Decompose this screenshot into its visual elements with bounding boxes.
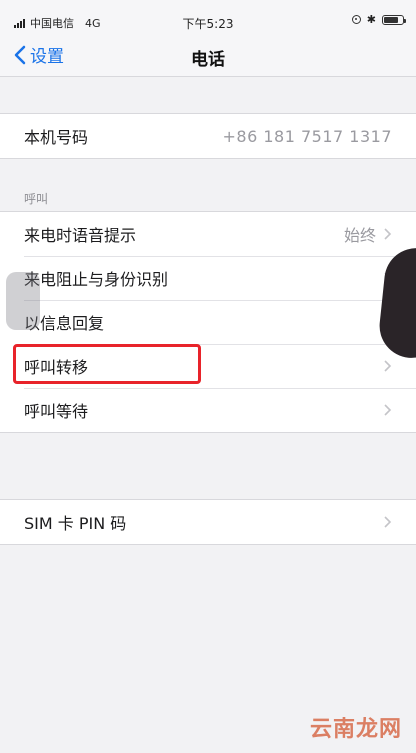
bluetooth-icon: ✱ (366, 13, 376, 26)
my-number-value: +86 181 7517 1317 (222, 126, 392, 146)
list-item-sim-pin[interactable]: SIM 卡 PIN 码 (0, 500, 416, 544)
my-number-group: 本机号码 +86 181 7517 1317 (0, 114, 416, 158)
list-item-value: 始终 (343, 226, 376, 245)
watermark: 云南龙网 (309, 717, 402, 742)
chevron-right-icon (384, 360, 392, 372)
battery-icon (382, 14, 406, 25)
nav-bar: 设置 电话 (0, 36, 416, 77)
my-number-label: 本机号码 (24, 128, 89, 147)
list-item-label: 呼叫等待 (24, 402, 89, 421)
chevron-right-icon (384, 404, 392, 416)
divider (0, 158, 416, 159)
list-item-label: 以信息回复 (24, 314, 105, 333)
page-title: 电话 (191, 50, 225, 70)
chevron-right-icon (384, 516, 392, 528)
chevron-right-icon (384, 228, 392, 240)
finger-shadow (6, 272, 40, 330)
list-item-call-forwarding[interactable]: 呼叫转移 (0, 344, 416, 388)
list-item-call-waiting[interactable]: 呼叫等待 (0, 388, 416, 432)
list-item-respond-with-text[interactable]: 以信息回复 (0, 300, 416, 344)
sim-group: SIM 卡 PIN 码 (0, 500, 416, 544)
list-item-announce-calls[interactable]: 来电时语音提示 始终 (0, 212, 416, 256)
list-item-call-blocking[interactable]: 来电阻止与身份识别 (0, 256, 416, 300)
list-item-label: SIM 卡 PIN 码 (24, 514, 127, 533)
divider (0, 432, 416, 433)
my-number-row[interactable]: 本机号码 +86 181 7517 1317 (0, 114, 416, 158)
divider (0, 544, 416, 545)
battery-fill (384, 16, 399, 23)
list-item-label: 呼叫转移 (24, 358, 89, 377)
section-header-calls: 呼叫 (24, 192, 49, 206)
status-right: ✱ (351, 13, 406, 26)
calls-group: 来电时语音提示 始终 来电阻止与身份识别 以信息回复 呼叫转移 呼叫等待 (0, 212, 416, 432)
list-item-label: 来电阻止与身份识别 (24, 270, 169, 289)
list-item-label: 来电时语音提示 (24, 226, 137, 245)
orientation-lock-icon (351, 15, 361, 24)
